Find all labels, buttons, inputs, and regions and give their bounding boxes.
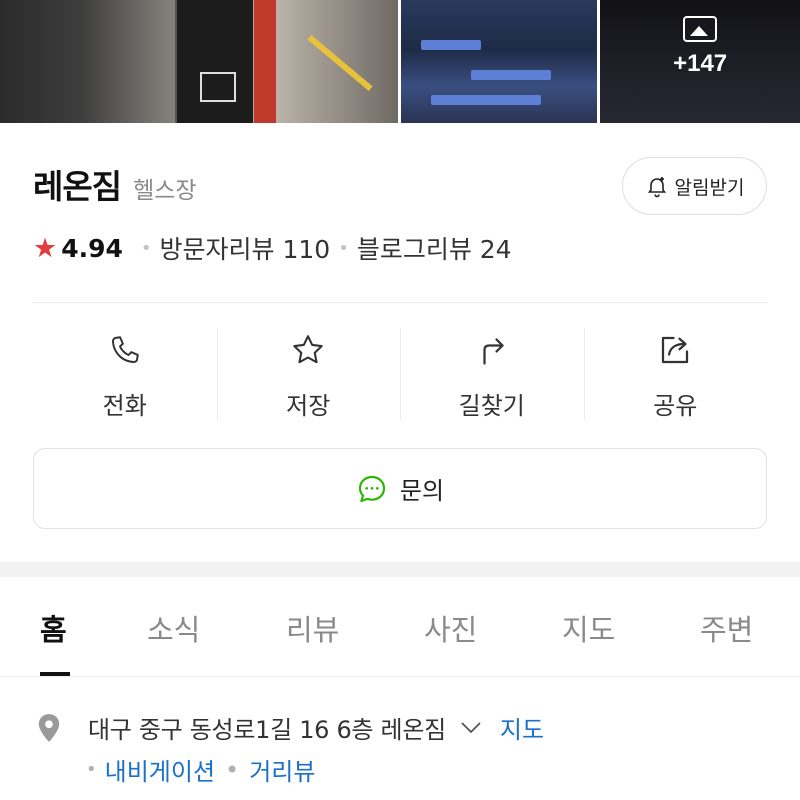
separator-dot: • — [140, 237, 152, 259]
photo-more-count: +147 — [673, 49, 728, 77]
inquiry-label: 문의 — [399, 477, 445, 505]
share-button[interactable]: 공유 — [583, 326, 768, 422]
tab-photos[interactable]: 사진 — [424, 607, 477, 649]
tab-map[interactable]: 지도 — [562, 607, 615, 649]
star-outline-icon — [290, 332, 326, 368]
save-label: 저장 — [286, 392, 331, 420]
share-icon — [657, 332, 693, 368]
share-label: 공유 — [653, 392, 698, 420]
rating-score: 4.94 — [61, 233, 123, 263]
photo-treadmills[interactable] — [400, 0, 598, 123]
call-label: 전화 — [102, 392, 147, 420]
tab-home[interactable]: 홈 — [40, 607, 67, 649]
action-bar: 전화 저장 길찾기 공유 — [33, 326, 767, 422]
separator-dot: • — [225, 755, 240, 784]
streetview-link[interactable]: 거리뷰 — [249, 752, 315, 787]
address-text: 대구 중구 동성로1길 16 6층 레온짐 — [88, 716, 446, 744]
place-title-row: 레온짐 헬스장 — [33, 160, 197, 208]
address-sub-links: • 내비게이션 • 거리뷰 — [86, 752, 315, 787]
map-link[interactable]: 지도 — [500, 710, 544, 745]
directions-label: 길찾기 — [458, 392, 525, 420]
star-filled-icon: ★ — [33, 232, 58, 264]
storefront-banner — [254, 0, 276, 123]
alert-button[interactable]: 알림받기 — [622, 157, 767, 215]
bell-plus-icon — [647, 177, 666, 198]
tab-nearby[interactable]: 주변 — [700, 607, 753, 649]
storefront-sign — [175, 0, 253, 123]
chevron-down-icon[interactable] — [460, 716, 482, 740]
address-row: 대구 중구 동성로1길 16 6층 레온짐 지도 — [36, 710, 544, 745]
directions-button[interactable]: 길찾기 — [400, 326, 584, 422]
treadmill-shape — [470, 70, 551, 80]
separator-dot: • — [86, 759, 97, 780]
place-category: 헬스장 — [133, 178, 197, 204]
active-tab-indicator — [40, 672, 70, 676]
separator-dot: • — [338, 237, 349, 259]
photo-storefront[interactable] — [0, 0, 398, 123]
chat-bubble-icon — [358, 475, 385, 502]
storefront-logo — [200, 72, 236, 102]
treadmill-shape — [430, 95, 541, 105]
call-button[interactable]: 전화 — [33, 326, 217, 422]
save-button[interactable]: 저장 — [216, 326, 401, 422]
tab-news[interactable]: 소식 — [147, 607, 200, 649]
tab-bar: 홈 소식 리뷰 사진 지도 주변 — [0, 577, 800, 677]
section-divider — [33, 302, 767, 303]
treadmill-shape — [420, 40, 481, 50]
location-pin-icon — [38, 713, 60, 742]
visitor-reviews-link[interactable]: 방문자리뷰 110 — [160, 230, 331, 266]
blog-reviews-link[interactable]: 블로그리뷰 24 — [357, 230, 512, 266]
section-separator — [0, 562, 800, 577]
place-name: 레온짐 — [33, 167, 122, 206]
tab-reviews[interactable]: 리뷰 — [286, 607, 339, 649]
photo-strip: +147 — [0, 0, 800, 123]
photo-more-overlay: +147 — [600, 0, 800, 123]
rating-row: ★ 4.94 • 방문자리뷰 110 • 블로그리뷰 24 — [33, 230, 512, 266]
inquiry-button[interactable]: 문의 — [33, 448, 767, 529]
directions-arrow-icon — [474, 332, 510, 368]
phone-icon — [107, 332, 143, 368]
image-gallery-icon — [683, 15, 718, 42]
alert-button-label: 알림받기 — [674, 176, 745, 199]
photo-more[interactable]: +147 — [600, 0, 800, 123]
road-marking — [307, 34, 373, 92]
navigation-link[interactable]: 내비게이션 — [105, 752, 215, 787]
